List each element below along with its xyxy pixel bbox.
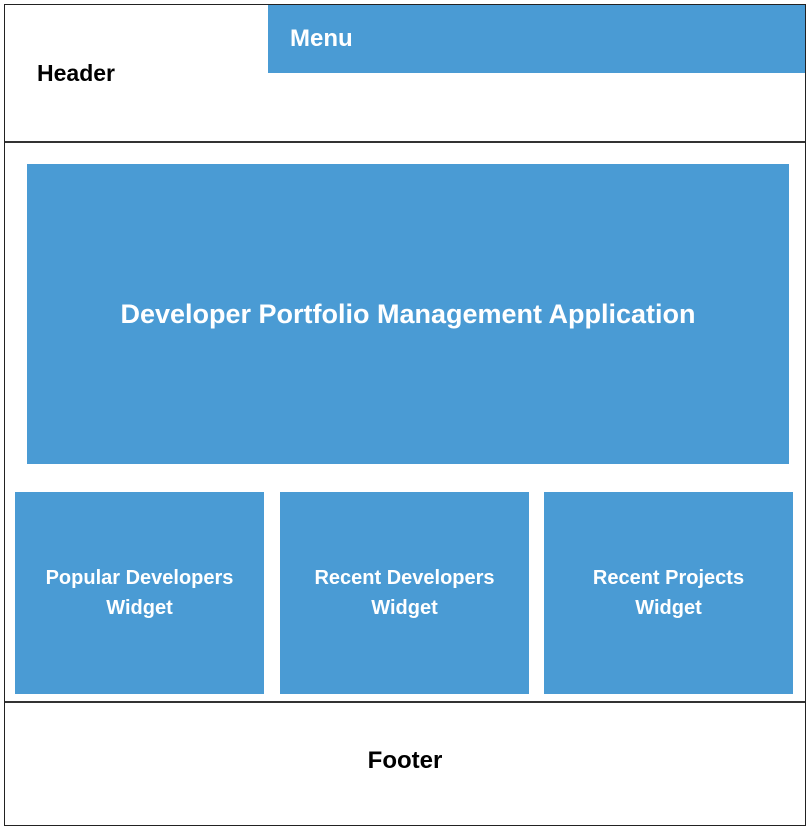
footer-divider [5,701,805,703]
header-divider [5,141,805,143]
widget-label: Popular Developers Widget [45,567,234,619]
menu-label: Menu [290,25,353,52]
widget-label: Recent Projects Widget [592,567,745,619]
wireframe-frame: Menu Header Developer Portfolio Manageme… [4,4,806,826]
hero-title: Developer Portfolio Management Applicati… [120,298,696,329]
footer-label: Footer [367,747,443,774]
header-label: Header [37,60,115,86]
recent-developers-widget: Recent Developers Widget [280,492,529,694]
hero-banner: Developer Portfolio Management Applicati… [27,164,789,464]
popular-developers-widget: Popular Developers Widget [15,492,264,694]
recent-projects-widget: Recent Projects Widget [544,492,793,694]
menu-bar[interactable]: Menu [268,5,805,73]
widget-label: Recent Developers Widget [314,567,495,619]
